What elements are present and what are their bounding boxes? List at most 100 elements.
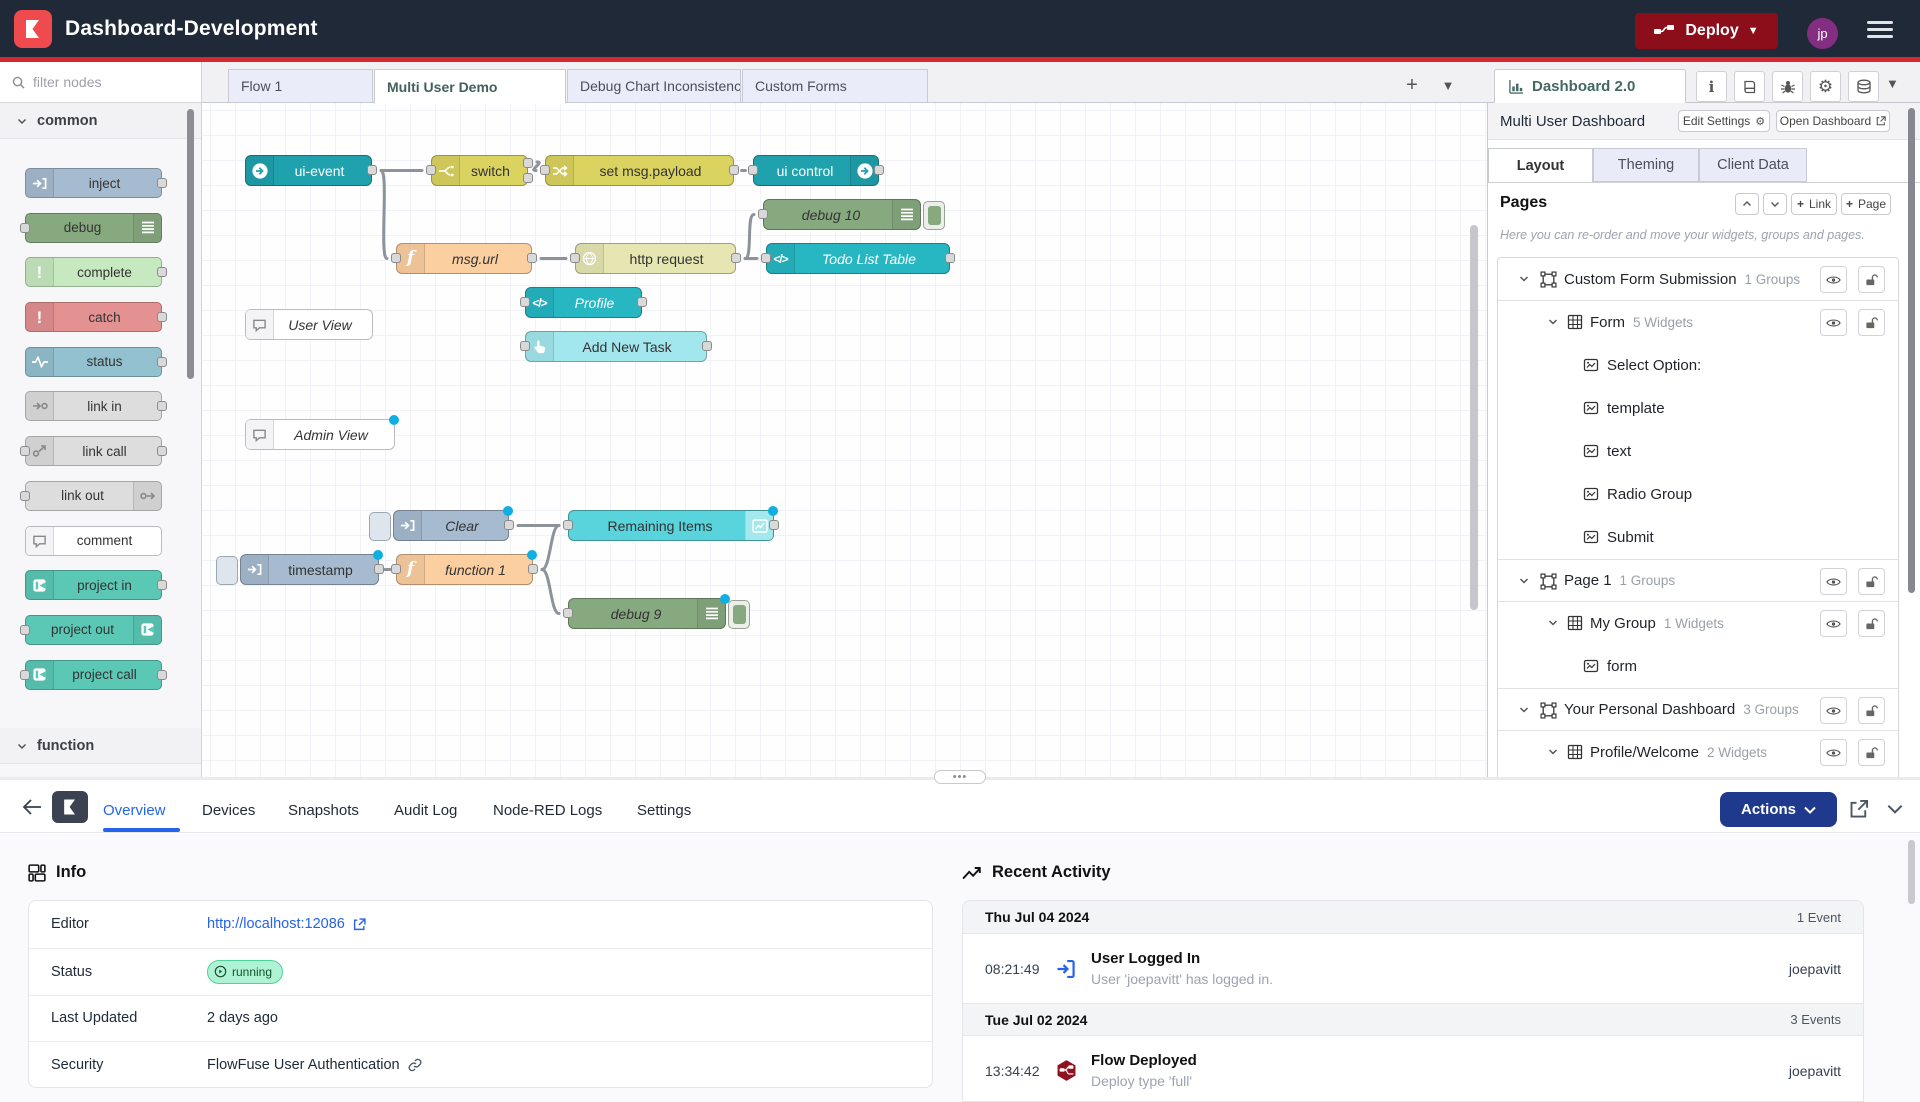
user-avatar[interactable]: jp — [1807, 18, 1838, 49]
nav-tab-devices[interactable]: Devices — [202, 802, 255, 819]
tree-row-form[interactable]: Form5 Widgets — [1498, 301, 1898, 344]
palette-scrollbar[interactable] — [187, 109, 194, 379]
sidebar-caret-icon[interactable]: ▼ — [1886, 76, 1899, 91]
activity-event-row[interactable]: 13:34:42Flow DeployedDeploy type 'full'j… — [963, 1036, 1863, 1102]
lock-button[interactable] — [1858, 568, 1885, 595]
visibility-button[interactable] — [1820, 739, 1847, 766]
collapse-panel-icon[interactable] — [1887, 804, 1903, 814]
nav-tab-snapshots[interactable]: Snapshots — [288, 802, 359, 819]
sidebar-scrollbar[interactable] — [1908, 108, 1915, 593]
info-tab-button[interactable]: i — [1696, 71, 1727, 102]
palette-node-link-out[interactable]: link out — [25, 481, 162, 511]
context-tab-button[interactable] — [1848, 71, 1879, 102]
flow-list-caret-icon[interactable]: ▼ — [1436, 72, 1460, 98]
menu-icon[interactable] — [1867, 21, 1893, 38]
collapse-down-button[interactable] — [1763, 193, 1787, 215]
flow-tab-1[interactable]: Flow 1 — [228, 69, 373, 103]
chevron-down-icon[interactable] — [1518, 575, 1530, 587]
canvas-node-add-task[interactable]: Add New Task — [525, 331, 707, 362]
palette-node-status[interactable]: status — [25, 347, 162, 377]
add-page-button[interactable]: +Page — [1841, 193, 1891, 215]
canvas-node-http[interactable]: http request — [575, 243, 736, 274]
palette-node-debug[interactable]: debug — [25, 213, 162, 243]
chevron-down-icon[interactable] — [1518, 273, 1530, 285]
tree-row-select-option-[interactable]: Select Option: — [1498, 344, 1898, 387]
sidebar-tab-dashboard[interactable]: Dashboard 2.0 — [1494, 69, 1686, 103]
debug-tab-button[interactable] — [1772, 71, 1803, 102]
chevron-down-icon[interactable] — [1518, 704, 1530, 716]
tree-row-text[interactable]: text — [1498, 430, 1898, 473]
canvas-node-function1[interactable]: ffunction 1 — [396, 554, 533, 585]
canvas-node-timestamp[interactable]: timestamp — [240, 554, 379, 585]
nav-tab-settings[interactable]: Settings — [637, 802, 691, 819]
visibility-button[interactable] — [1820, 697, 1847, 724]
nav-tab-node-red-logs[interactable]: Node-RED Logs — [493, 802, 602, 819]
sidebar-tab-theming[interactable]: Theming — [1593, 148, 1699, 182]
canvas-node-ui-control[interactable]: ui control — [753, 155, 879, 186]
nav-tab-audit-log[interactable]: Audit Log — [394, 802, 457, 819]
palette-node-link-call[interactable]: link call — [25, 436, 162, 466]
canvas-node-remaining[interactable]: Remaining Items — [568, 510, 774, 541]
config-tab-button[interactable]: ⚙ — [1810, 71, 1841, 102]
activity-event-row[interactable]: 08:21:49User Logged InUser 'joepavitt' h… — [963, 934, 1863, 1003]
flow-tab-4[interactable]: Custom Forms — [742, 69, 928, 103]
canvas-node-admin-view[interactable]: Admin View — [245, 419, 395, 450]
inject-button[interactable] — [369, 512, 391, 541]
open-dashboard-button[interactable]: Open Dashboard — [1776, 110, 1890, 132]
flow-tab-2[interactable]: Multi User Demo — [374, 69, 566, 104]
canvas-node-todo[interactable]: </>Todo List Table — [766, 243, 950, 274]
flow-tab-3[interactable]: Debug Chart Inconsistence S — [567, 69, 741, 103]
visibility-button[interactable] — [1820, 266, 1847, 293]
canvas-node-user-view[interactable]: User View — [245, 309, 373, 340]
debug-toggle-button[interactable] — [728, 600, 750, 629]
palette-node-project-out[interactable]: project out — [25, 615, 162, 645]
lock-button[interactable] — [1858, 697, 1885, 724]
tree-row-template[interactable]: template — [1498, 387, 1898, 430]
canvas-node-switch[interactable]: switch — [431, 155, 528, 186]
palette-category-common[interactable]: common — [0, 103, 201, 139]
canvas-node-ui-event[interactable]: ui-event — [245, 155, 372, 186]
palette-node-project-in[interactable]: project in — [25, 570, 162, 600]
lock-button[interactable] — [1858, 309, 1885, 336]
palette-search[interactable]: filter nodes — [0, 62, 201, 103]
help-tab-button[interactable] — [1734, 71, 1765, 102]
sidebar-tab-layout[interactable]: Layout — [1488, 148, 1593, 183]
canvas-node-debug10[interactable]: debug 10 — [763, 199, 921, 230]
tree-row-submit[interactable]: Submit — [1498, 516, 1898, 559]
flowfuse-logo[interactable] — [14, 10, 52, 48]
tree-row-my-group[interactable]: My Group1 Widgets — [1498, 602, 1898, 645]
split-drag-handle[interactable]: ••• — [934, 770, 986, 784]
inject-button[interactable] — [216, 556, 238, 585]
palette-node-project-call[interactable]: project call — [25, 660, 162, 690]
palette-node-comment[interactable]: comment — [25, 526, 162, 556]
debug-toggle-button[interactable] — [923, 201, 945, 230]
actions-button[interactable]: Actions — [1720, 792, 1837, 827]
lock-button[interactable] — [1858, 739, 1885, 766]
tree-row-profile-welcome[interactable]: Profile/Welcome2 Widgets — [1498, 731, 1898, 774]
link-icon[interactable] — [408, 1058, 422, 1072]
sidebar-tab-client-data[interactable]: Client Data — [1699, 148, 1807, 182]
add-flow-button[interactable]: + — [1398, 72, 1426, 98]
deploy-button[interactable]: Deploy ▼ — [1635, 13, 1778, 49]
canvas-vscrollbar[interactable] — [1470, 225, 1478, 610]
palette-category-function[interactable]: function — [0, 728, 201, 764]
collapse-up-button[interactable] — [1735, 193, 1759, 215]
lock-button[interactable] — [1858, 610, 1885, 637]
back-icon[interactable] — [22, 798, 42, 816]
tree-row-custom-form-submission[interactable]: Custom Form Submission1 Groups — [1498, 258, 1898, 301]
chevron-down-icon[interactable] — [1547, 617, 1559, 629]
canvas-node-clear[interactable]: Clear — [393, 510, 509, 541]
canvas-node-profile[interactable]: </>Profile — [525, 287, 642, 318]
tree-row-your-personal-dashboard[interactable]: Your Personal Dashboard3 Groups — [1498, 688, 1898, 731]
tree-row-form[interactable]: form — [1498, 645, 1898, 688]
visibility-button[interactable] — [1820, 610, 1847, 637]
lock-button[interactable] — [1858, 266, 1885, 293]
flow-canvas[interactable]: ui-eventswitchset msg.payloadui controld… — [202, 103, 1487, 777]
chevron-down-icon[interactable] — [1547, 316, 1559, 328]
palette-node-complete[interactable]: !complete — [25, 257, 162, 287]
page-scrollbar[interactable] — [1908, 840, 1915, 904]
canvas-node-debug9[interactable]: debug 9 — [568, 598, 726, 629]
editor-link[interactable]: http://localhost:12086 — [207, 916, 345, 932]
nav-tab-overview[interactable]: Overview — [103, 802, 166, 819]
chevron-down-icon[interactable] — [1547, 746, 1559, 758]
